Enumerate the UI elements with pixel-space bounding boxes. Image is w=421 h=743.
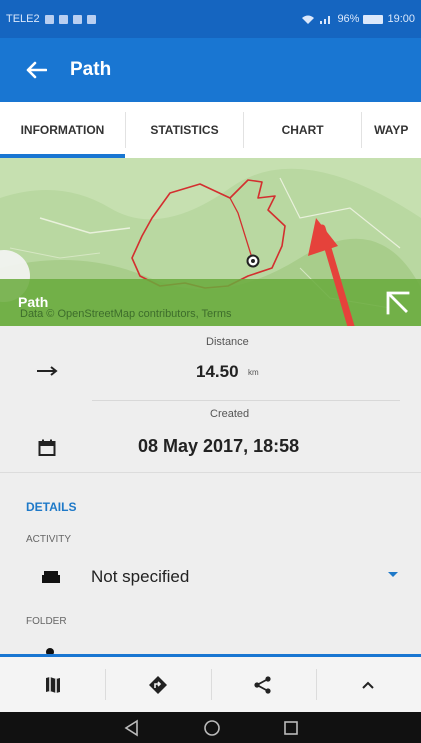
back-button[interactable] xyxy=(0,38,80,102)
activity-value[interactable]: Not specified xyxy=(91,567,189,587)
folder-icon xyxy=(46,648,54,654)
tab-bar: INFORMATION STATISTICS CHART WAYP xyxy=(0,102,421,158)
calendar-icon xyxy=(38,439,56,456)
tab-label: WAYP xyxy=(374,123,409,137)
annotation-arrow xyxy=(308,218,355,326)
stats-divider xyxy=(92,400,400,401)
details-header: DETAILS xyxy=(26,500,77,514)
sofa-icon xyxy=(42,571,60,583)
distance-unit: km xyxy=(248,368,259,377)
notification-icon xyxy=(58,14,68,24)
created-label: Created xyxy=(210,408,250,420)
navigate-button[interactable] xyxy=(105,657,210,712)
tab-chart[interactable]: CHART xyxy=(244,102,361,158)
tab-waypoints[interactable]: WAYP xyxy=(362,102,421,158)
page-title: Path xyxy=(70,59,112,80)
folder-label: FOLDER xyxy=(26,616,67,627)
notification-icon xyxy=(44,14,54,24)
wifi-icon xyxy=(302,15,315,24)
notification-icon xyxy=(72,14,82,24)
arrow-left-icon xyxy=(26,61,47,79)
distance-label: Distance xyxy=(206,336,249,348)
map-icon xyxy=(45,676,60,693)
system-nav-bar xyxy=(0,712,421,743)
arrow-right-icon xyxy=(37,366,58,376)
back-triangle-icon[interactable] xyxy=(123,719,141,737)
app-bar: Path xyxy=(0,38,421,102)
navigate-icon xyxy=(148,675,167,694)
status-left: TELE2 xyxy=(6,13,96,25)
tab-label: STATISTICS xyxy=(150,123,219,137)
chevron-up-icon xyxy=(362,681,375,689)
activity-label: ACTIVITY xyxy=(26,534,72,545)
battery-icon xyxy=(363,14,384,24)
distance-value: 14.50 xyxy=(196,362,239,381)
tab-statistics[interactable]: STATISTICS xyxy=(126,102,243,158)
map-preview[interactable]: Path Data © OpenStreetMap contributors, … xyxy=(0,158,421,326)
bottom-action-bar xyxy=(0,654,421,712)
status-right: 96% 19:00 xyxy=(301,13,415,25)
signal-icon xyxy=(320,15,331,24)
tab-label: INFORMATION xyxy=(20,123,105,137)
map-button[interactable] xyxy=(0,657,105,712)
tab-information[interactable]: INFORMATION xyxy=(0,102,125,158)
expand-button[interactable] xyxy=(315,657,421,712)
section-divider xyxy=(0,472,421,473)
created-value: 08 May 2017, 18:58 xyxy=(138,436,300,456)
stats-section: Distance 14.50 km Created 08 May 2017, 1… xyxy=(0,326,421,472)
battery-percent: 96% xyxy=(337,13,360,25)
carrier-name: TELE2 xyxy=(6,13,40,25)
share-button[interactable] xyxy=(210,657,316,712)
activity-dropdown[interactable] xyxy=(0,560,421,598)
share-icon xyxy=(254,675,271,694)
status-bar: TELE2 96% 19:00 xyxy=(0,0,421,38)
clock: 19:00 xyxy=(387,13,415,25)
tab-label: CHART xyxy=(281,123,324,137)
recents-square-icon[interactable] xyxy=(283,720,299,736)
notification-icon xyxy=(86,14,96,24)
home-circle-icon[interactable] xyxy=(203,719,221,737)
chevron-down-icon[interactable] xyxy=(388,572,398,577)
